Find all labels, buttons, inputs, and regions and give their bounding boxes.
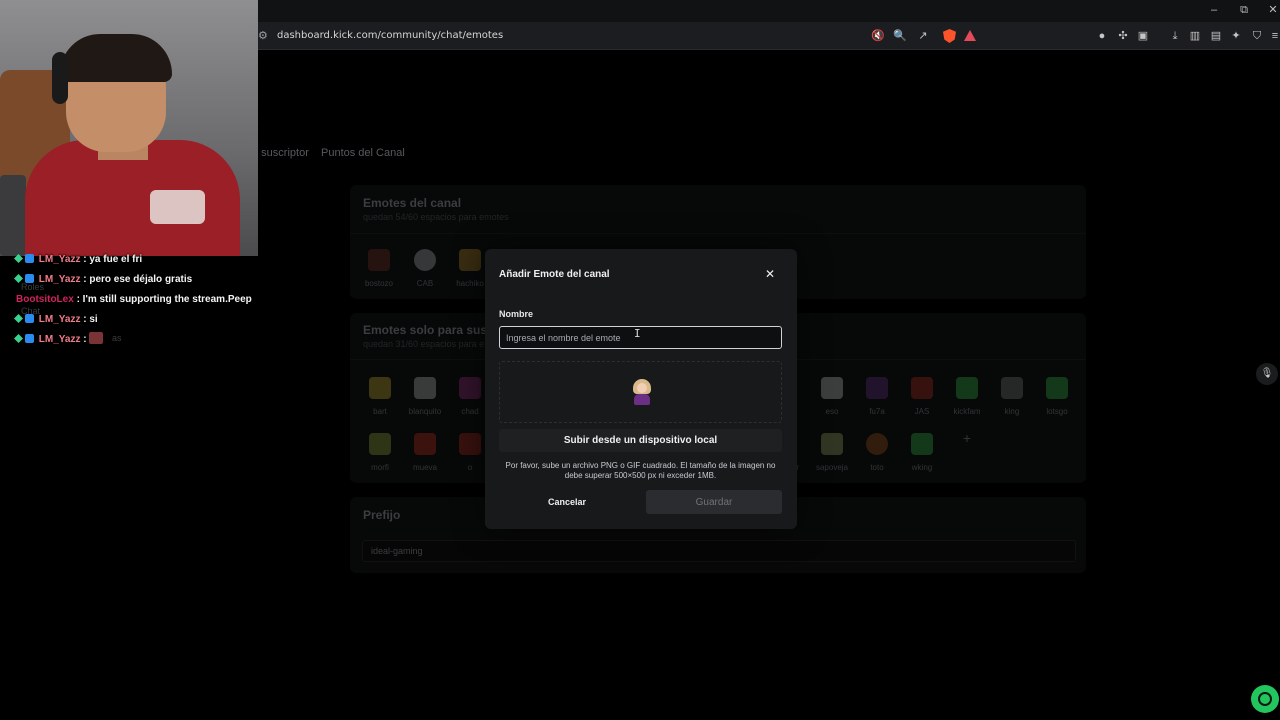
upload-dropzone[interactable] <box>499 361 782 423</box>
leo-ai-icon[interactable]: ✦ <box>1228 28 1244 44</box>
share-icon[interactable]: ↗ <box>915 28 931 44</box>
sidebar-icon[interactable]: ▥ <box>1187 28 1203 44</box>
chat-message: BootsitoLex : I'm still supporting the s… <box>16 292 252 308</box>
extension-icon[interactable]: ● <box>1094 28 1110 44</box>
minimize-icon[interactable]: – <box>1199 2 1229 18</box>
subscriber-badge-icon <box>25 254 34 263</box>
chat-emote-icon <box>89 332 104 344</box>
chat-text: : pero ese déjalo gratis <box>83 274 193 285</box>
sidebar-item-fragment: as <box>112 333 122 343</box>
webcam-hair <box>60 34 172 82</box>
cancel-button[interactable]: Cancelar <box>499 490 635 514</box>
download-icon[interactable]: ⤓ <box>1167 28 1183 44</box>
chat-username: LM_Yazz <box>38 254 81 265</box>
name-label: Nombre <box>499 309 534 319</box>
webcam-headset <box>52 52 68 104</box>
close-icon[interactable]: ✕ <box>764 267 776 281</box>
preview-body <box>634 394 650 405</box>
chat-message: LM_Yazz : si <box>0 312 98 328</box>
preview-face <box>637 383 647 393</box>
chat-text: : ya fue el fri <box>83 254 143 265</box>
subscriber-badge-icon <box>25 334 34 343</box>
microphone-icon[interactable]: 🎙 <box>1256 363 1278 385</box>
chat-username: LM_Yazz <box>38 334 81 345</box>
chat-text: : si <box>83 314 98 325</box>
chat-username: LM_Yazz <box>38 274 81 285</box>
chat-message: LM_Yazz : <box>0 332 104 348</box>
modal-title: Añadir Emote del canal <box>499 269 610 280</box>
restore-icon[interactable]: ⧉ <box>1229 2 1259 18</box>
site-settings-icon[interactable]: ⚙ <box>258 29 272 43</box>
screenshot-icon[interactable]: ▣ <box>1135 28 1151 44</box>
chat-text: : <box>83 334 87 345</box>
moderator-badge-icon <box>14 334 23 343</box>
address-bar[interactable]: dashboard.kick.com/community/chat/emotes <box>277 28 503 44</box>
emote-preview-image <box>631 379 653 407</box>
upload-local-button[interactable]: Subir desde un dispositivo local <box>499 429 782 452</box>
upload-help-text: Por favor, sube un archivo PNG o GIF cua… <box>505 461 776 480</box>
chat-text: : I'm still supporting the stream.Peep <box>76 294 252 305</box>
chat-message: LM_Yazz : ya fue el fri <box>0 252 142 268</box>
sidebar-item-chat[interactable]: Chat <box>21 306 40 316</box>
extensions-puzzle-icon[interactable]: ✣ <box>1115 28 1131 44</box>
close-window-icon[interactable]: ✕ <box>1258 2 1280 18</box>
webcam-bottle <box>0 175 26 256</box>
chat-username: LM_Yazz <box>38 314 81 325</box>
webcam-overlay <box>0 0 258 256</box>
chat-username: BootsitoLex <box>16 294 74 305</box>
wallet-icon[interactable]: ▤ <box>1208 28 1224 44</box>
add-emote-modal: Añadir Emote del canal ✕ Nombre I Subir … <box>485 249 797 529</box>
zoom-icon[interactable]: 🔍 <box>892 28 908 44</box>
brave-rewards-icon[interactable] <box>964 30 976 41</box>
chat-support-button[interactable] <box>1251 685 1279 713</box>
text-cursor-icon: I <box>634 327 641 340</box>
save-button[interactable]: Guardar <box>646 490 782 514</box>
sidebar-item-roles[interactable]: Roles <box>21 282 44 292</box>
brave-shields-icon[interactable] <box>943 29 956 43</box>
webcam-shirt-logo <box>150 190 205 224</box>
moderator-badge-icon <box>14 254 23 263</box>
menu-icon[interactable]: ≡ <box>1267 28 1280 44</box>
vpn-shield-icon[interactable]: ⛉ <box>1249 28 1265 44</box>
mute-tab-icon[interactable]: 🔇 <box>870 28 886 44</box>
